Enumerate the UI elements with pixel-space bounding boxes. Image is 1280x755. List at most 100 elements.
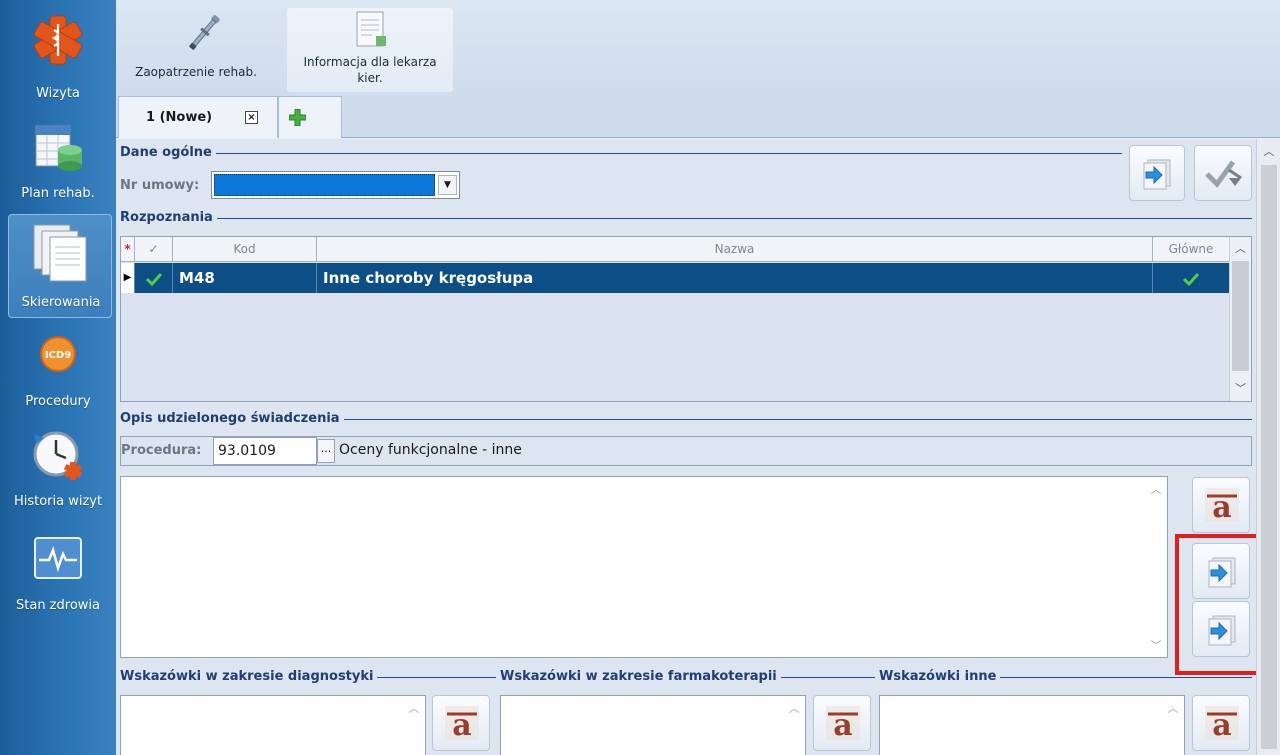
medical-star-icon	[33, 15, 83, 65]
sidebar-item-label: Wizyta	[36, 86, 80, 101]
heartbeat-monitor-icon	[34, 537, 82, 579]
rozpoznania-grid[interactable]: * ✓ Kod Nazwa Główne ▶ M48 Inne choroby …	[120, 236, 1252, 402]
rozpoznania-title: Rozpoznania	[120, 210, 217, 225]
section-divider	[120, 153, 1122, 154]
sidebar-item-wizyta[interactable]: Wizyta	[4, 8, 112, 106]
opis-title: Opis udzielonego świadczenia	[120, 411, 344, 426]
tab-close-button[interactable]: ×	[245, 111, 258, 124]
procedura-name: Oceny funkcjonalne - inne	[339, 442, 522, 458]
wskazowki-farmakoterapii-textarea[interactable]: ︿	[500, 695, 806, 755]
dane-ogolne-title: Dane ogólne	[120, 145, 216, 160]
import-button[interactable]	[1129, 145, 1185, 201]
row-check-cell[interactable]	[135, 263, 173, 293]
sidebar-item-stan-zdrowia[interactable]: Stan zdrowia	[4, 532, 112, 624]
sidebar-item-historia-wizyt[interactable]: Historia wizyt	[4, 424, 112, 516]
row-kod: M48	[173, 263, 317, 293]
sidebar-item-plan-rehab[interactable]: Plan rehab.	[4, 116, 112, 208]
toolbar-button-label: Zaopatrzenie rehab.	[135, 65, 257, 79]
left-navigation-sidebar: Wizyta Plan rehab. Skierowania ICD9 Proc…	[0, 0, 116, 755]
chevron-up-icon[interactable]: ︿	[403, 700, 425, 716]
green-check-icon	[145, 272, 162, 286]
main-panel: Zaopatrzenie rehab. Informacja dla lekar…	[116, 0, 1280, 755]
text-template-button-inne[interactable]: a	[1192, 695, 1250, 751]
form-content: Dane ogólne Nr umowy: ▼ Rozpoznania * ✓ …	[116, 139, 1280, 755]
text-template-icon: a	[1205, 706, 1239, 743]
chevron-down-icon[interactable]: ﹀	[1145, 637, 1167, 653]
chevron-up-icon[interactable]: ︿	[1257, 143, 1280, 159]
calendar-database-icon	[35, 125, 82, 171]
grid-header-star: *	[121, 237, 135, 262]
grid-header-nazwa[interactable]: Nazwa	[317, 237, 1153, 262]
wskazowki-inne-textarea[interactable]: ︿	[879, 695, 1185, 755]
chevron-up-icon[interactable]: ︿	[783, 700, 805, 716]
sidebar-item-skierowania[interactable]: Skierowania	[8, 214, 112, 318]
text-template-icon: a	[826, 706, 860, 743]
memo-scrollbar[interactable]: ︿	[783, 696, 805, 755]
scroll-thumb[interactable]	[1261, 165, 1277, 749]
green-check-icon	[1182, 272, 1200, 286]
scroll-thumb[interactable]	[1232, 261, 1249, 371]
document-info-icon	[356, 11, 386, 47]
crutch-icon	[189, 15, 220, 50]
text-template-button[interactable]: a	[1192, 477, 1250, 533]
approve-button[interactable]	[1194, 145, 1252, 201]
wskazowki-diagnostyki-textarea[interactable]: ︿	[120, 695, 426, 755]
sidebar-item-label: Historia wizyt	[13, 494, 103, 509]
text-template-button-farmakoterapii[interactable]: a	[813, 695, 871, 751]
grid-header-glowne[interactable]: Główne	[1153, 237, 1229, 262]
informacja-dla-lekarza-button[interactable]: Informacja dla lekarza kier.	[287, 8, 453, 92]
tab-strip: 1 (Nowe) ×	[116, 96, 1280, 138]
sidebar-item-procedury[interactable]: ICD9 Procedury	[4, 330, 112, 416]
nr-umowy-select[interactable]: ▼	[211, 171, 460, 199]
row-indicator-icon: ▶	[121, 263, 135, 293]
chevron-down-icon[interactable]: ﹀	[1230, 379, 1251, 399]
text-template-icon: a	[1205, 488, 1239, 525]
grid-header-kod[interactable]: Kod	[173, 237, 317, 262]
toolbar: Zaopatrzenie rehab. Informacja dla lekar…	[116, 0, 1280, 96]
wskazowki-farmakoterapii-title: Wskazówki w zakresie farmakoterapii	[496, 669, 781, 684]
grid-header-check[interactable]: ✓	[135, 237, 173, 262]
document-arrow-icon	[1143, 159, 1171, 190]
sidebar-item-label: Stan zdrowia	[16, 598, 100, 613]
tab-1-nowe[interactable]: 1 (Nowe) ×	[118, 96, 278, 138]
chevron-down-icon[interactable]: ▼	[438, 175, 457, 195]
memo-scrollbar[interactable]: ︿ ﹀	[1145, 477, 1167, 657]
memo-scrollbar[interactable]: ︿	[403, 696, 425, 755]
procedura-row: Procedura: 93.0109 ... Oceny funkcjonaln…	[120, 436, 1252, 466]
row-glowne[interactable]	[1153, 263, 1229, 293]
highlight-box	[1175, 534, 1267, 675]
procedura-browse-button[interactable]: ...	[317, 439, 335, 463]
procedura-label: Procedura:	[121, 443, 202, 458]
nr-umowy-label: Nr umowy:	[120, 178, 200, 193]
zaopatrzenie-rehab-button[interactable]: Zaopatrzenie rehab.	[126, 8, 266, 92]
text-template-button-diagnostyki[interactable]: a	[432, 695, 490, 751]
green-plus-icon	[289, 109, 306, 126]
icd9-icon: ICD9	[40, 336, 76, 372]
nr-umowy-value	[214, 174, 435, 196]
tab-title: 1 (Nowe)	[146, 110, 213, 125]
memo-scrollbar[interactable]: ︿	[1162, 696, 1184, 755]
table-row[interactable]: ▶ M48 Inne choroby kręgosłupa	[121, 263, 1229, 293]
chevron-up-icon[interactable]: ︿	[1162, 700, 1184, 716]
toolbar-button-label: Informacja dla lekarza kier.	[303, 55, 437, 85]
wskazowki-diagnostyki-title: Wskazówki w zakresie diagnostyki	[120, 669, 378, 684]
procedura-code-input[interactable]: 93.0109	[213, 437, 317, 465]
row-nazwa: Inne choroby kręgosłupa	[317, 263, 1153, 293]
sidebar-item-label: Procedury	[25, 394, 91, 409]
svg-text:ICD9: ICD9	[45, 350, 71, 361]
documents-icon	[33, 224, 87, 282]
section-divider	[120, 218, 1252, 219]
wskazowki-inne-title: Wskazówki inne	[875, 669, 1001, 684]
grid-scrollbar[interactable]: ︿ ﹀	[1229, 237, 1251, 401]
chevron-up-icon[interactable]: ︿	[1145, 481, 1167, 497]
chevron-up-icon[interactable]: ︿	[1230, 239, 1251, 259]
check-arrow-icon	[1205, 160, 1242, 188]
form-scrollbar[interactable]: ︿	[1256, 139, 1280, 755]
grid-header: * ✓ Kod Nazwa Główne	[121, 237, 1229, 262]
add-tab-button[interactable]	[278, 96, 342, 138]
text-template-icon: a	[445, 706, 479, 743]
sidebar-item-label: Plan rehab.	[21, 186, 95, 201]
sidebar-item-label: Skierowania	[21, 295, 101, 310]
clock-history-icon	[33, 431, 82, 480]
opis-textarea[interactable]: ︿ ﹀	[120, 476, 1168, 658]
